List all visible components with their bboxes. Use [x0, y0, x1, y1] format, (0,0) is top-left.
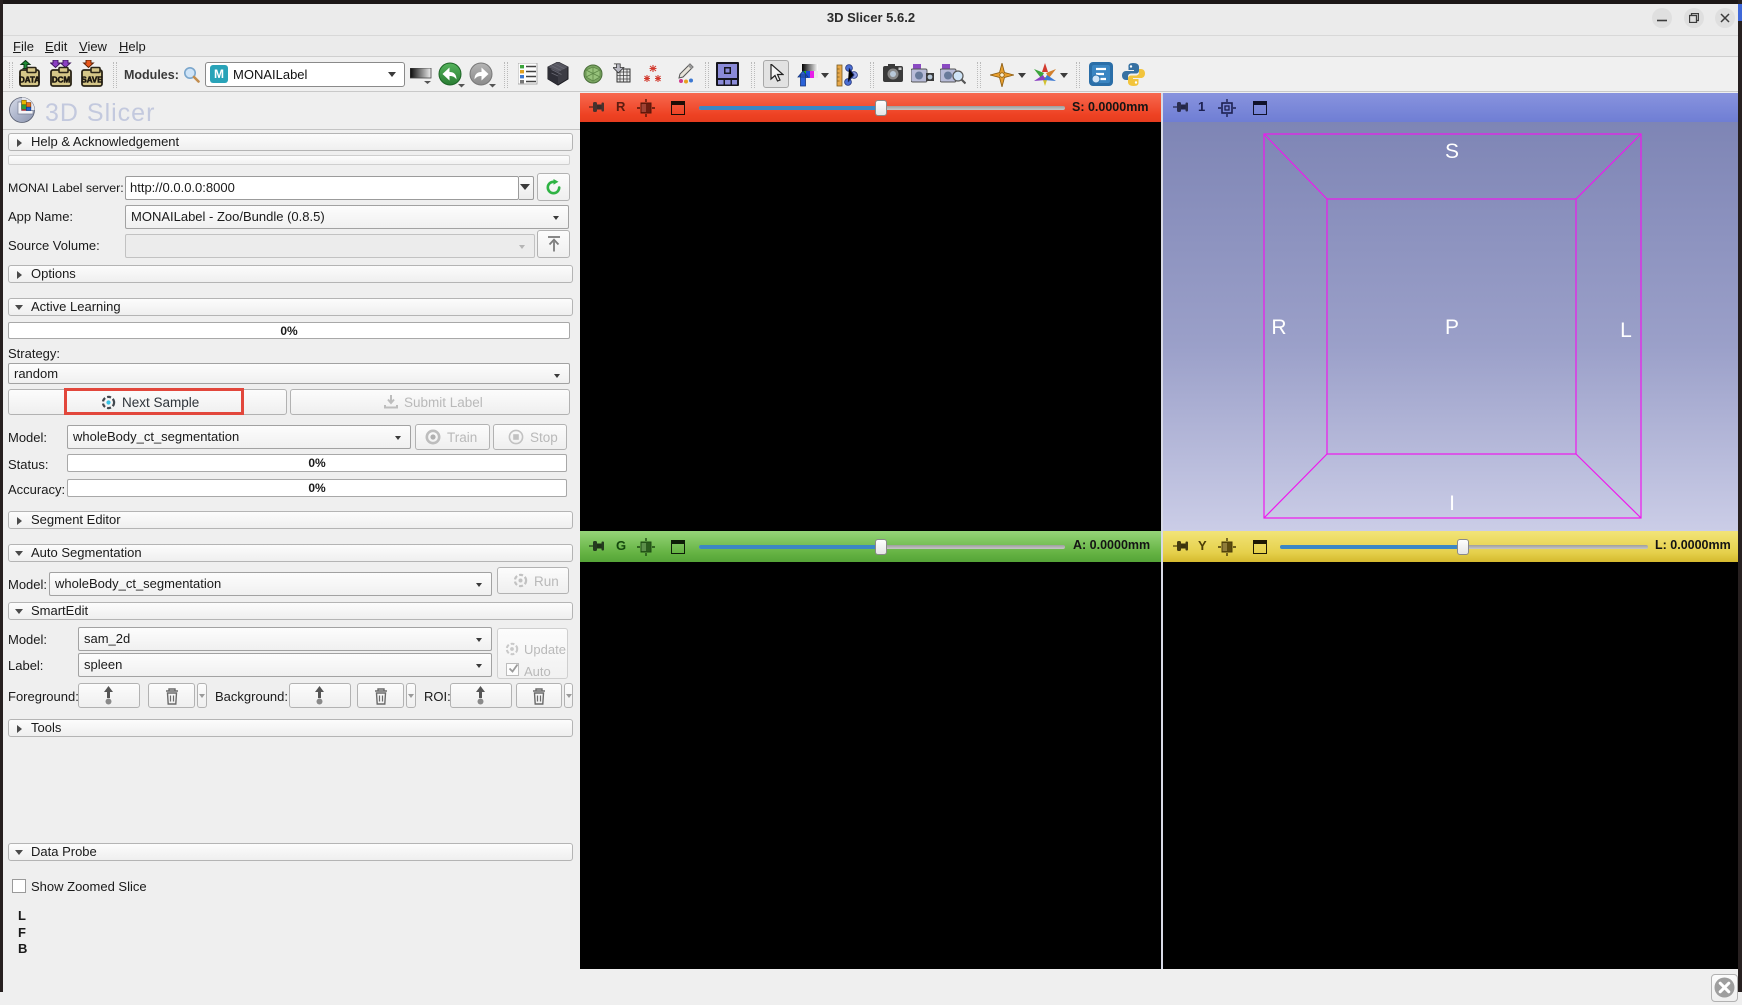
svg-text:DCM: DCM: [52, 76, 71, 85]
svg-text:I: I: [1449, 492, 1455, 515]
svg-text:S: S: [1445, 140, 1459, 163]
svg-text:DATA: DATA: [19, 76, 40, 85]
svg-text:R: R: [1271, 316, 1286, 339]
svg-text:L: L: [1620, 319, 1632, 342]
svg-text:SAVE: SAVE: [81, 76, 103, 85]
svg-text:P: P: [1445, 316, 1459, 339]
